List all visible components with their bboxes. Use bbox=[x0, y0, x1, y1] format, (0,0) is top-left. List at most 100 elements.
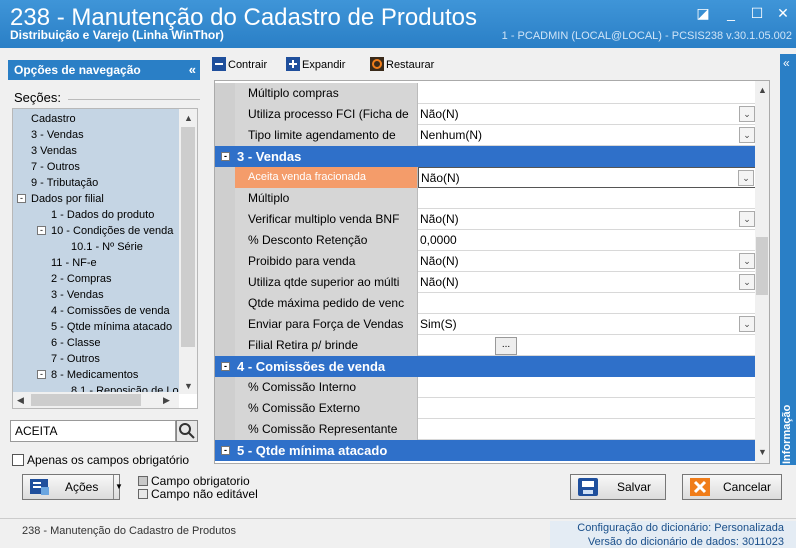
property-row[interactable]: Enviar para Força de Vendas Sim(S) ⌄ bbox=[215, 314, 757, 335]
category-row[interactable]: -4 - Comissões de venda bbox=[215, 356, 757, 377]
dict-config: Configuração do dicionário: Personalizad… bbox=[550, 521, 784, 535]
collapse-node-icon[interactable]: - bbox=[17, 194, 26, 203]
sections-tree[interactable]: Cadastro 3 - Vendas 3 Vendas 7 - Outros 9 - … bbox=[12, 108, 198, 409]
row-indent bbox=[215, 398, 235, 419]
property-value[interactable] bbox=[418, 377, 757, 398]
property-value[interactable]: ... bbox=[418, 335, 757, 356]
tree-item-label: 3 - Vendas bbox=[51, 289, 104, 301]
restore-button[interactable]: Restaurar bbox=[370, 57, 434, 73]
expand-info-icon[interactable]: « bbox=[783, 56, 790, 70]
grid-scroll-up-icon[interactable]: ▲ bbox=[758, 85, 767, 95]
property-value-text: Não(N) bbox=[420, 212, 459, 226]
property-grid[interactable]: Múltiplo compras Utiliza processo FCI (Fi… bbox=[214, 80, 770, 464]
scroll-up-icon[interactable]: ▲ bbox=[184, 113, 193, 123]
tree-horizontal-scrollbar[interactable]: ◀ ▶ bbox=[13, 392, 179, 408]
status-routine: 238 - Manutenção do Cadastro de Produtos bbox=[22, 525, 237, 537]
property-value-text: Sim(S) bbox=[420, 317, 457, 331]
chevron-down-icon[interactable]: ⌄ bbox=[739, 211, 755, 227]
property-row[interactable]: % Comissão Externo bbox=[215, 398, 757, 419]
search-input[interactable]: ACEITA bbox=[10, 420, 176, 442]
legend-readonly-label: Campo não editável bbox=[151, 487, 258, 501]
chevron-down-icon[interactable]: ⌄ bbox=[739, 316, 755, 332]
property-value[interactable]: 0,0000 bbox=[418, 230, 757, 251]
grid-vertical-scrollbar[interactable]: ▲ ▼ bbox=[755, 81, 769, 463]
property-value[interactable]: Nenhum(N) ⌄ bbox=[418, 125, 757, 146]
required-only-checkbox[interactable]: Apenas os campos obrigatório bbox=[12, 453, 189, 467]
property-row[interactable]: Múltiplo compras bbox=[215, 83, 757, 104]
cancel-icon bbox=[690, 478, 710, 496]
chevron-down-icon[interactable]: ⌄ bbox=[738, 170, 754, 186]
property-value[interactable]: Não(N) ⌄ bbox=[418, 167, 757, 188]
property-row[interactable]: Utiliza processo FCI (Ficha de Não(N) ⌄ bbox=[215, 104, 757, 125]
close-icon[interactable]: ✕ bbox=[772, 4, 794, 22]
property-value-text: Não(N) bbox=[420, 254, 459, 268]
collapse-nav-icon[interactable]: « bbox=[189, 60, 196, 80]
actions-button[interactable]: Ações ▼ bbox=[22, 474, 123, 500]
chevron-down-icon[interactable]: ⌄ bbox=[739, 274, 755, 290]
row-indent bbox=[215, 272, 235, 293]
property-value[interactable] bbox=[418, 188, 757, 209]
collapse-category-icon[interactable]: - bbox=[221, 446, 230, 455]
property-row[interactable]: Aceita venda fracionada Não(N) ⌄ bbox=[215, 167, 757, 188]
property-row[interactable]: Múltiplo bbox=[215, 188, 757, 209]
property-value[interactable]: Não(N) ⌄ bbox=[418, 104, 757, 125]
expand-button[interactable]: Expandir bbox=[286, 57, 345, 73]
h-scroll-thumb[interactable] bbox=[31, 394, 141, 406]
scroll-left-icon[interactable]: ◀ bbox=[17, 395, 24, 406]
maximize-icon[interactable]: ☐ bbox=[746, 4, 768, 22]
property-row[interactable]: % Desconto Retenção 0,0000 bbox=[215, 230, 757, 251]
scroll-right-icon[interactable]: ▶ bbox=[163, 395, 170, 406]
collapse-node-icon[interactable]: - bbox=[37, 226, 46, 235]
chevron-down-icon[interactable]: ⌄ bbox=[739, 106, 755, 122]
property-row[interactable]: Qtde máxima pedido de venc bbox=[215, 293, 757, 314]
sections-label: Seções: bbox=[14, 90, 61, 105]
collapse-category-icon[interactable]: - bbox=[221, 362, 230, 371]
property-value-text: Nenhum(N) bbox=[420, 128, 483, 142]
property-value-text: Não(N) bbox=[420, 107, 459, 121]
property-row[interactable]: % Comissão Representante bbox=[215, 419, 757, 440]
dict-config-value: Personalizada bbox=[714, 522, 784, 534]
row-indent bbox=[215, 314, 235, 335]
ellipsis-button[interactable]: ... bbox=[495, 337, 517, 355]
search-icon bbox=[179, 423, 195, 439]
property-value[interactable]: Não(N) ⌄ bbox=[418, 251, 757, 272]
chevron-down-icon[interactable]: ⌄ bbox=[739, 127, 755, 143]
property-value[interactable]: Não(N) ⌄ bbox=[418, 272, 757, 293]
collapse-button[interactable]: Contrair bbox=[212, 57, 267, 73]
required-swatch bbox=[138, 476, 148, 486]
search-button[interactable] bbox=[176, 420, 198, 442]
grid-scroll-down-icon[interactable]: ▼ bbox=[758, 447, 767, 457]
property-value[interactable] bbox=[418, 419, 757, 440]
property-row[interactable]: Tipo limite agendamento de Nenhum(N) ⌄ bbox=[215, 125, 757, 146]
checkbox-box[interactable] bbox=[12, 454, 24, 466]
property-row[interactable]: Verificar multiplo venda BNF Não(N) ⌄ bbox=[215, 209, 757, 230]
scroll-thumb[interactable] bbox=[181, 127, 195, 347]
property-value[interactable]: Sim(S) ⌄ bbox=[418, 314, 757, 335]
chevron-down-icon[interactable]: ⌄ bbox=[739, 253, 755, 269]
property-label: Filial Retira p/ brinde bbox=[235, 335, 418, 356]
grid-scroll-thumb[interactable] bbox=[756, 237, 768, 295]
collapse-category-icon[interactable]: - bbox=[221, 152, 230, 161]
property-row[interactable]: % Comissão Interno bbox=[215, 377, 757, 398]
category-row[interactable]: -3 - Vendas bbox=[215, 146, 757, 167]
property-value[interactable]: Não(N) ⌄ bbox=[418, 209, 757, 230]
property-row[interactable]: Proibido para venda Não(N) ⌄ bbox=[215, 251, 757, 272]
tree-vertical-scrollbar[interactable]: ▲ ▼ bbox=[179, 109, 197, 394]
tree-item-label: 9 - Tributação bbox=[31, 177, 99, 189]
property-row[interactable]: Utiliza qtde superior ao múlti Não(N) ⌄ bbox=[215, 272, 757, 293]
property-value[interactable] bbox=[418, 293, 757, 314]
restore-window-icon[interactable]: ◪ bbox=[692, 4, 714, 22]
actions-dropdown-icon[interactable]: ▼ bbox=[115, 475, 123, 499]
collapse-node-icon[interactable]: - bbox=[37, 370, 46, 379]
legend-required-label: Campo obrigatorio bbox=[151, 474, 250, 488]
property-row[interactable]: Filial Retira p/ brinde... bbox=[215, 335, 757, 356]
property-label: Qtde máxima pedido de venc bbox=[235, 293, 418, 314]
property-value[interactable] bbox=[418, 83, 757, 104]
scroll-down-icon[interactable]: ▼ bbox=[184, 381, 193, 391]
category-row[interactable]: -5 - Qtde mínima atacado bbox=[215, 440, 757, 461]
property-value[interactable] bbox=[418, 398, 757, 419]
save-button[interactable]: Salvar bbox=[570, 474, 666, 500]
information-tab[interactable]: « Informação bbox=[780, 54, 796, 465]
cancel-button[interactable]: Cancelar bbox=[682, 474, 782, 500]
minimize-icon[interactable]: _ bbox=[720, 4, 742, 22]
